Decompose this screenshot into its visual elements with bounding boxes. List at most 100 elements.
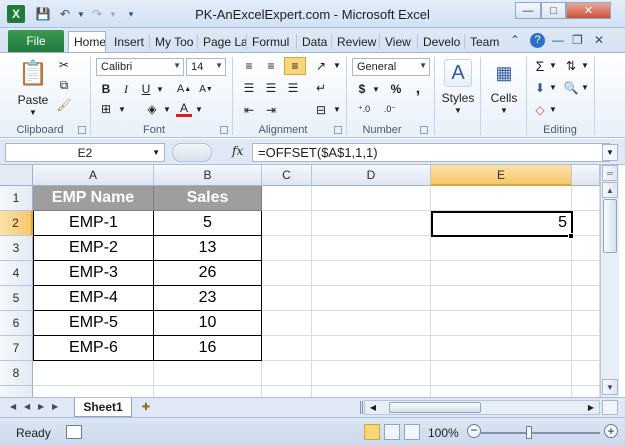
decrease-decimal-icon[interactable]: .0⁻ [380,101,400,117]
workbook-close-icon[interactable]: ✕ [594,33,604,47]
tab-developer[interactable]: Develo [418,31,464,52]
minimize-ribbon-icon[interactable]: ⌃ [510,33,520,47]
empty-cell[interactable] [572,311,600,336]
vertical-scrollbar[interactable]: ═ ▲ ▼ [600,165,619,397]
styles-icon[interactable]: A [444,59,472,87]
row-header-8[interactable]: 8 [0,361,33,386]
worksheet-grid[interactable]: A B C D E 1 2 3 4 5 6 7 8 EMP Name Sales… [0,165,600,397]
select-all-button[interactable] [0,165,33,186]
empty-cell[interactable] [262,336,312,361]
find-dropdown-icon[interactable]: ▼ [580,81,590,93]
row-header-5[interactable]: 5 [0,286,33,311]
name-box[interactable]: E2 ▼ [5,143,165,162]
tab-formulas[interactable]: Formul [247,31,296,52]
empty-cell[interactable] [262,211,312,236]
empty-cell[interactable] [572,386,600,397]
empty-cell[interactable] [572,186,600,211]
row-header-4[interactable]: 4 [0,261,33,286]
empty-cell[interactable] [262,236,312,261]
empty-cell[interactable] [312,286,431,311]
currency-dropdown-icon[interactable]: ▼ [371,83,381,95]
cells-dropdown-icon[interactable]: ▼ [498,105,510,115]
comma-button[interactable]: , [410,80,426,97]
workbook-restore-icon[interactable]: ❐ [572,33,583,47]
empty-cell[interactable] [431,186,572,211]
tab-data[interactable]: Data [297,31,331,52]
decrease-indent-icon[interactable]: ⇤ [240,101,258,119]
formula-input[interactable]: =OFFSET($A$1,1,1) [252,143,610,162]
zoom-in-icon[interactable]: + [604,424,618,438]
empty-cell[interactable] [154,386,262,397]
help-icon[interactable]: ? [530,33,545,48]
column-header-c[interactable]: C [262,165,312,186]
minimize-button[interactable]: — [515,2,541,19]
empty-cell[interactable] [431,311,572,336]
empty-cell[interactable] [262,361,312,386]
header-cell-emp-name[interactable]: EMP Name [33,186,154,211]
cells-icon[interactable]: ▦ [490,59,518,87]
scroll-right-icon[interactable]: ▶ [584,401,598,414]
tab-insert[interactable]: Insert [109,31,149,52]
row-header-3[interactable]: 3 [0,236,33,261]
row-header-1[interactable]: 1 [0,186,33,211]
first-sheet-icon[interactable]: ◀ [10,402,16,411]
table-cell-sales[interactable]: 26 [154,261,262,286]
increase-font-icon[interactable]: A ▲ [176,81,192,97]
empty-cell[interactable] [262,286,312,311]
currency-button[interactable]: $ [354,81,370,97]
page-layout-view-icon[interactable] [384,424,400,440]
sort-dropdown-icon[interactable]: ▼ [580,59,590,71]
zoom-level[interactable]: 100% [428,426,459,440]
empty-cell[interactable] [262,311,312,336]
alignment-launcher-icon[interactable] [334,126,342,134]
zoom-out-icon[interactable]: − [467,424,481,438]
empty-cell[interactable] [312,211,431,236]
table-cell-sales[interactable]: 23 [154,286,262,311]
format-painter-icon[interactable]: 🖌 [56,97,72,113]
font-launcher-icon[interactable] [220,126,228,134]
empty-cell[interactable] [312,261,431,286]
orientation-icon[interactable]: ↗ [312,57,330,75]
empty-cell[interactable] [572,211,600,236]
empty-cell[interactable] [262,261,312,286]
paste-icon[interactable]: 📋 [18,57,48,89]
formula-bar-resize-handle[interactable] [172,143,212,162]
empty-cell[interactable] [312,236,431,261]
align-middle-icon[interactable]: ≡ [262,57,280,75]
empty-cell[interactable] [312,311,431,336]
split-box-icon[interactable] [602,400,618,415]
fill-handle[interactable] [568,233,574,239]
empty-cell[interactable] [431,236,572,261]
cells-button-label[interactable]: Cells [484,91,524,105]
split-box-icon[interactable]: ═ [602,165,618,181]
empty-cell[interactable] [262,186,312,211]
empty-cell[interactable] [33,361,154,386]
font-color-dropdown-icon[interactable]: ▼ [194,103,204,115]
row-header-2[interactable]: 2 [0,211,33,236]
increase-decimal-icon[interactable]: ⁺.0 [354,101,374,117]
table-cell-name[interactable]: EMP-5 [33,311,154,336]
empty-cell[interactable] [262,386,312,397]
borders-icon[interactable]: ⊞ [98,101,114,117]
scroll-up-icon[interactable]: ▲ [602,182,618,198]
cut-icon[interactable]: ✂ [56,57,72,73]
empty-cell[interactable] [431,336,572,361]
increase-indent-icon[interactable]: ⇥ [262,101,280,119]
clear-dropdown-icon[interactable]: ▼ [548,103,558,115]
merge-dropdown-icon[interactable]: ▼ [332,103,342,115]
empty-cell[interactable] [572,361,600,386]
align-center-icon[interactable]: ☰ [262,79,280,97]
table-cell-sales[interactable]: 16 [154,336,262,361]
paste-dropdown-icon[interactable]: ▼ [26,107,40,117]
font-size-combo[interactable]: 14 ▼ [186,58,226,76]
row-header-7[interactable]: 7 [0,336,33,361]
maximize-button[interactable]: □ [541,2,566,19]
table-cell-name[interactable]: EMP-2 [33,236,154,261]
empty-cell[interactable] [312,386,431,397]
table-cell-sales[interactable]: 5 [154,211,262,236]
bold-button[interactable]: B [98,81,114,97]
wrap-text-icon[interactable]: ↵ [312,79,330,97]
autosum-icon[interactable]: Σ [532,57,548,75]
find-select-icon[interactable]: 🔍 [562,79,580,97]
copy-icon[interactable]: ⧉ [56,77,72,93]
